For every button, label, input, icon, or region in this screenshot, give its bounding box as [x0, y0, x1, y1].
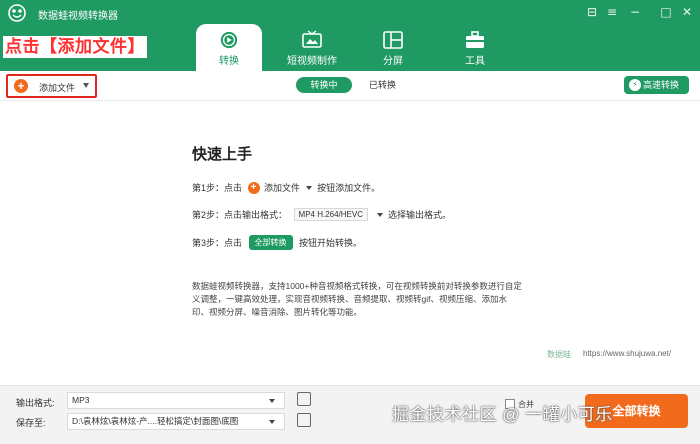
add-file-label: 添加文件	[39, 83, 76, 93]
convert-icon	[220, 31, 238, 49]
step-2-prefix: 第2步：点击输出格式：	[192, 210, 288, 220]
step-2: 第2步：点击输出格式： MP4 H.264/HEVC 选择输出格式。	[192, 208, 451, 221]
close-icon[interactable]: ✕	[678, 4, 696, 20]
tab-split-screen[interactable]: 分屏	[360, 24, 426, 71]
add-file-button[interactable]: + 添加文件	[6, 74, 97, 98]
app-description: 数据蛙视频转换器，支持1000+种音视频格式转换，可在视频转换前对转换参数进行自…	[192, 281, 522, 317]
quick-start-title: 快速上手	[192, 146, 253, 163]
output-format-label: 输出格式:	[16, 398, 55, 408]
toolbox-icon	[466, 31, 484, 48]
chevron-down-icon	[269, 420, 275, 424]
lightning-icon: ⚡	[629, 79, 641, 91]
plus-icon: +	[247, 181, 260, 194]
step-3-prefix: 第3步：点击	[192, 238, 243, 248]
tab-label: 转换	[219, 56, 239, 67]
save-to-label: 保存至:	[16, 418, 46, 428]
tab-tools[interactable]: 工具	[442, 24, 508, 71]
minimize-icon[interactable]: −	[626, 4, 644, 20]
tab-converted[interactable]: 已转换	[360, 77, 405, 93]
format-settings-icon[interactable]	[297, 392, 311, 406]
tab-convert[interactable]: 转换	[196, 24, 262, 71]
convert-all-sample-chip: 全部转换	[248, 235, 293, 250]
save-path-value: D:\袁林炫\袁林炫-产....轻松搞定\封面图\底图	[72, 416, 239, 426]
high-speed-convert-button[interactable]: ⚡ 高速转换	[624, 76, 689, 94]
chevron-down-icon	[305, 185, 312, 190]
tab-converting[interactable]: 转换中	[296, 77, 352, 93]
app-logo-icon	[8, 4, 26, 22]
format-sample-box: MP4 H.264/HEVC	[293, 208, 368, 221]
speed-label: 高速转换	[643, 80, 680, 90]
tab-label: 工具	[465, 56, 485, 67]
save-path-select[interactable]: D:\袁林炫\袁林炫-产....轻松搞定\封面图\底图	[67, 413, 285, 430]
tab-label: 短视频制作	[287, 56, 337, 67]
step-1-suffix: 按钮添加文件。	[317, 183, 381, 193]
tab-label: 分屏	[383, 56, 403, 67]
brand-watermark: 数据蛙	[547, 350, 571, 359]
url-watermark: https://www.shujuwa.net/	[583, 349, 672, 358]
step-1-prefix: 第1步：点击	[192, 183, 243, 193]
annotation-label: 点击【添加文件】	[3, 36, 147, 58]
step-1-button-text: 添加文件	[264, 183, 301, 193]
tab-short-video[interactable]: 短视频制作	[278, 24, 346, 71]
tv-icon	[302, 30, 322, 48]
folder-icon[interactable]	[297, 413, 311, 427]
chevron-down-icon	[269, 399, 275, 403]
chevron-down-icon[interactable]	[83, 83, 89, 88]
menu-icon[interactable]: ≡	[603, 4, 621, 20]
output-format-value: MP3	[72, 395, 90, 405]
step-3-suffix: 按钮开始转换。	[299, 238, 363, 248]
step-2-suffix: 选择输出格式。	[388, 210, 452, 220]
app-title: 数据蛙视频转换器	[38, 11, 118, 22]
step-3: 第3步：点击 全部转换 按钮开始转换。	[192, 235, 362, 250]
output-format-select[interactable]: MP3	[67, 392, 285, 409]
chevron-down-icon	[376, 212, 383, 217]
feedback-icon[interactable]: ⊟	[583, 4, 601, 20]
plus-icon: +	[14, 79, 28, 93]
step-1: 第1步：点击 + 添加文件 按钮添加文件。	[192, 181, 380, 194]
divider	[0, 100, 700, 101]
site-watermark: 掘金技术社区 @ 一罐小可乐	[392, 405, 613, 424]
split-screen-icon	[383, 31, 403, 49]
maximize-icon[interactable]: □	[657, 4, 675, 20]
